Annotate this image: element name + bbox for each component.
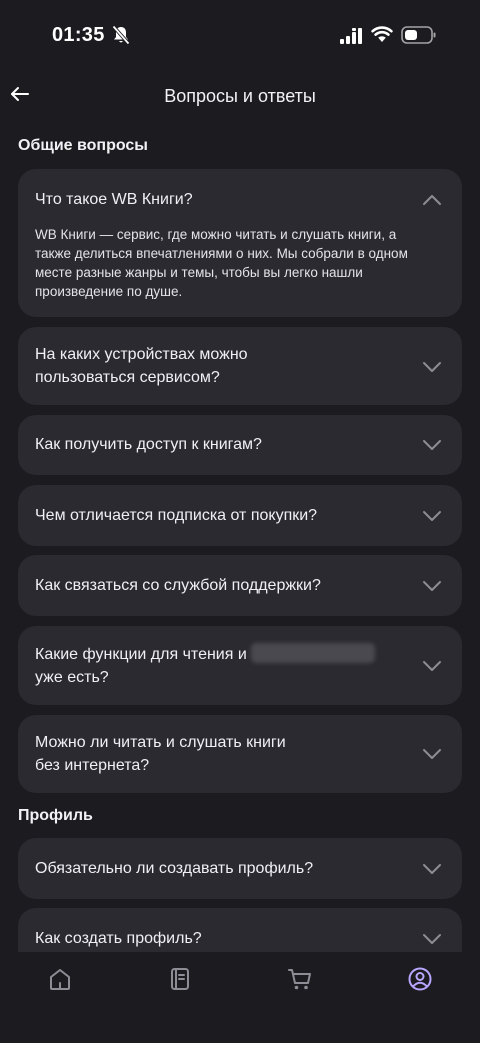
faq-question: Чем отличается подписка от покупки? <box>35 507 318 524</box>
section-title-general: Общие вопросы <box>18 137 148 154</box>
faq-question: Как создать профиль? <box>35 930 202 947</box>
faq-content: Общие вопросы Что такое WB Книги? WB Кни… <box>0 120 480 952</box>
page-title: Вопросы и ответы <box>164 86 316 106</box>
wifi-icon <box>371 26 393 42</box>
cart-icon[interactable] <box>287 966 313 992</box>
faq-question: Как получить доступ к книгам? <box>35 436 262 453</box>
chevron-down-icon[interactable] <box>422 863 442 875</box>
faq-item-reading-functions[interactable]: Какие функции для чтения и уже есть? <box>18 626 462 705</box>
battery-icon <box>401 26 436 44</box>
faq-item-what-is-wb-books[interactable]: Что такое WB Книги? WB Книги — сервис, г… <box>18 169 462 317</box>
chevron-down-icon[interactable] <box>422 933 442 945</box>
faq-item-create-profile[interactable]: Как создать профиль? <box>18 908 462 952</box>
cellular-signal-icon <box>340 28 362 44</box>
status-bar: 01:35 <box>0 0 480 70</box>
faq-question: Обязательно ли создавать профиль? <box>35 860 314 877</box>
chevron-down-icon[interactable] <box>422 510 442 522</box>
profile-icon[interactable] <box>407 966 433 992</box>
faq-question-line: Какие функции для чтения и <box>35 646 247 663</box>
faq-answer: WB Книги — сервис, где можно читать и сл… <box>35 227 408 299</box>
status-time: 01:35 <box>52 24 105 46</box>
section-title-profile: Профиль <box>18 807 93 824</box>
faq-item-support[interactable]: Как связаться со службой поддержки? <box>18 555 462 616</box>
nav-header: Вопросы и ответы <box>0 72 480 120</box>
faq-question-line: пользоваться сервисом? <box>35 369 220 386</box>
faq-item-subscription[interactable]: Чем отличается подписка от покупки? <box>18 485 462 546</box>
faq-question-line: уже есть? <box>35 669 109 686</box>
chevron-down-icon[interactable] <box>422 748 442 760</box>
bell-muted-icon <box>112 25 130 45</box>
faq-item-offline[interactable]: Можно ли читать и слушать книги без инте… <box>18 715 462 793</box>
faq-question: Какие функции для чтения и уже есть? <box>35 643 402 689</box>
chevron-down-icon[interactable] <box>422 580 442 592</box>
book-icon[interactable] <box>167 966 193 992</box>
faq-question: Можно ли читать и слушать книги без инте… <box>35 731 402 777</box>
tab-bar <box>0 952 480 1043</box>
redacted-text <box>250 643 375 663</box>
faq-question: Что такое WB Книги? <box>35 191 193 208</box>
faq-item-devices[interactable]: На каких устройствах можно пользоваться … <box>18 327 462 405</box>
faq-item-access[interactable]: Как получить доступ к книгам? <box>18 415 462 475</box>
faq-question-line: На каких устройствах можно <box>35 346 248 363</box>
faq-question-line: Можно ли читать и слушать книги <box>35 734 286 751</box>
faq-question: Как связаться со службой поддержки? <box>35 577 321 594</box>
faq-question: На каких устройствах можно пользоваться … <box>35 343 402 389</box>
chevron-up-icon[interactable] <box>422 194 442 206</box>
faq-item-profile-required[interactable]: Обязательно ли создавать профиль? <box>18 838 462 899</box>
chevron-down-icon[interactable] <box>422 361 442 373</box>
chevron-down-icon[interactable] <box>422 660 442 672</box>
faq-question-line: без интернета? <box>35 757 150 774</box>
chevron-down-icon[interactable] <box>422 439 442 451</box>
home-icon[interactable] <box>47 966 73 992</box>
